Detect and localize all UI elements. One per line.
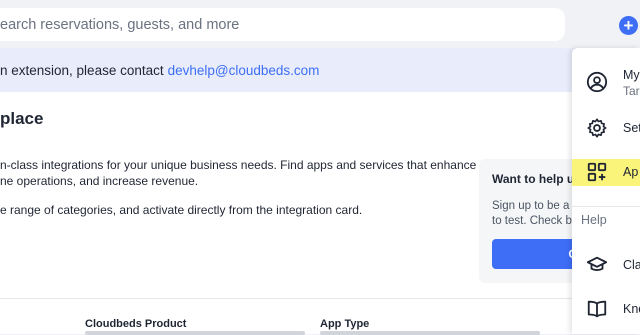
info-banner: n extension, please contact devhelp@clou… [0, 48, 640, 92]
main-content: place n-class integrations for your uniq… [0, 92, 640, 335]
gear-icon [587, 118, 607, 138]
description-line: ne operations, and increase revenue. [0, 174, 199, 188]
add-button[interactable]: + [619, 16, 638, 35]
menu-label: Set [623, 121, 640, 135]
search-input[interactable]: earch reservations, guests, and more [0, 8, 565, 41]
description-line: e range of categories, and activate dire… [0, 203, 363, 217]
type-filter-label: App Type [320, 318, 370, 330]
section-divider [0, 298, 575, 299]
menu-item-apps[interactable]: Ap [572, 159, 640, 186]
user-circle-icon [586, 71, 608, 93]
support-email-link[interactable]: devhelp@cloudbeds.com [168, 63, 320, 78]
product-filter-select[interactable] [85, 331, 305, 335]
menu-label: My [623, 68, 640, 82]
help-section-header: Help [581, 213, 607, 227]
product-filter-label: Cloudbeds Product [85, 318, 187, 330]
menu-item-knowledge[interactable]: Kno [572, 296, 640, 326]
apps-grid-add-icon [587, 162, 607, 182]
menu-divider [572, 206, 640, 207]
card-title: Want to help us [492, 172, 581, 186]
menu-item-settings[interactable]: Set [572, 116, 640, 152]
card-text-line: Sign up to be a t [492, 200, 576, 212]
menu-sublabel: Tar [623, 84, 640, 98]
menu-item-academy[interactable]: Cla [572, 251, 640, 281]
graduation-cap-icon [586, 256, 608, 271]
plus-icon: + [623, 16, 634, 35]
search-placeholder: earch reservations, guests, and more [0, 16, 240, 33]
top-bar: earch reservations, guests, and more + [0, 0, 640, 48]
account-menu: My Tar Set Ap Help Cla Kno [572, 48, 640, 334]
card-text-line: to test. Check bo [492, 215, 579, 227]
banner-text: n extension, please contact [0, 62, 164, 78]
type-filter-select[interactable] [320, 331, 540, 335]
menu-item-profile[interactable]: My Tar [572, 48, 640, 116]
menu-label: Ap [623, 165, 639, 179]
description-line: n-class integrations for your unique bus… [0, 158, 477, 172]
page-title: place [0, 109, 44, 128]
menu-label: Kno [623, 302, 640, 316]
book-icon [587, 300, 607, 318]
menu-label: Cla [623, 258, 640, 272]
